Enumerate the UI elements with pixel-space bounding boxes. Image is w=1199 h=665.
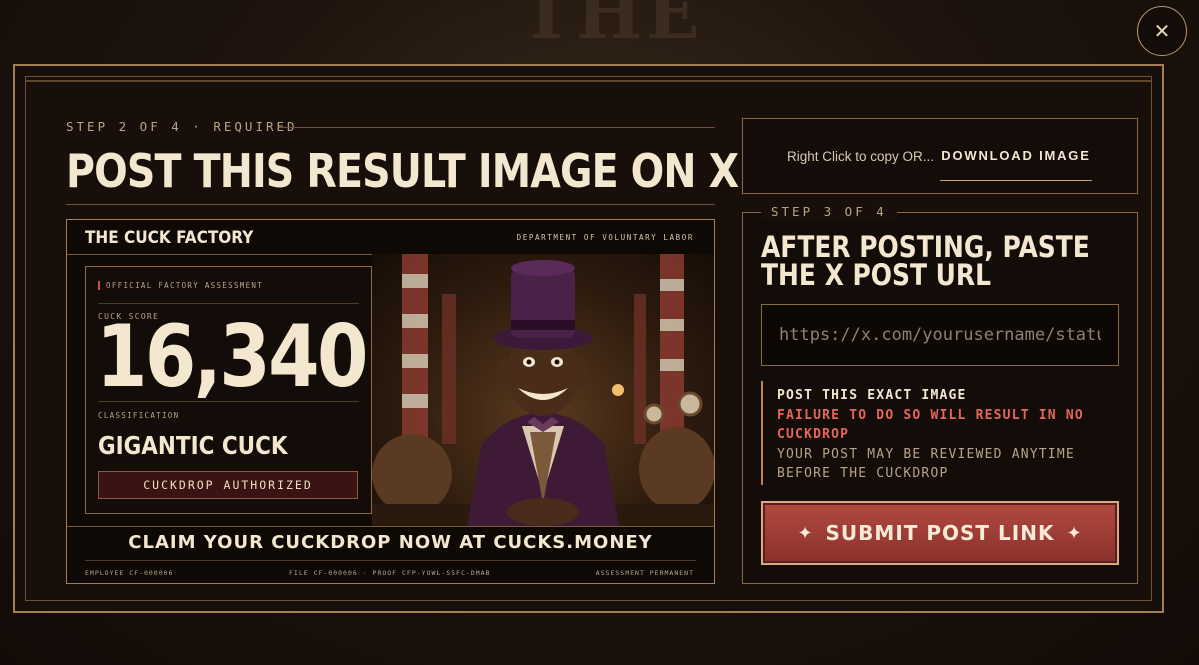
divider	[279, 127, 715, 128]
modal-frame: STEP 2 OF 4 · REQUIRED POST THIS RESULT …	[25, 76, 1152, 601]
background-heading: THE	[520, 0, 704, 55]
divider	[98, 303, 359, 304]
sparkle-icon: ✦	[797, 522, 814, 544]
classification-label: CLASSIFICATION	[98, 411, 180, 420]
score-value: 16,340	[96, 307, 369, 407]
authorized-badge: CUCKDROP AUTHORIZED	[98, 471, 358, 499]
download-box: Right Click to copy OR... DOWNLOAD IMAGE	[742, 118, 1138, 194]
character-illustration	[372, 254, 714, 526]
post-modal: STEP 2 OF 4 · REQUIRED POST THIS RESULT …	[13, 64, 1164, 613]
claim-text: CLAIM YOUR CUCKDROP NOW AT CUCKS.MONEY	[128, 532, 653, 553]
page-title: POST THIS RESULT IMAGE ON X	[66, 144, 739, 198]
close-button[interactable]: ✕	[1137, 6, 1187, 56]
step-3-label: STEP 3 OF 4	[761, 204, 897, 219]
step-2-label: STEP 2 OF 4 · REQUIRED	[66, 119, 298, 134]
card-title: THE CUCK FACTORY	[85, 228, 254, 248]
result-image[interactable]: THE CUCK FACTORY DEPARTMENT OF VOLUNTARY…	[66, 219, 715, 584]
step-3-title-line-2: THE X POST URL	[761, 258, 992, 292]
warning-box: POST THIS EXACT IMAGE FAILURE TO DO SO W…	[761, 381, 1119, 485]
card-header: THE CUCK FACTORY DEPARTMENT OF VOLUNTARY…	[67, 220, 714, 255]
sparkle-icon: ✦	[1066, 522, 1083, 544]
download-image-button[interactable]: DOWNLOAD IMAGE	[940, 139, 1092, 181]
assessment-tag: OFFICIAL FACTORY ASSESSMENT	[98, 281, 263, 290]
classification-value: GIGANTIC CUCK	[98, 431, 288, 460]
warning-review: YOUR POST MAY BE REVIEWED ANYTIME BEFORE…	[777, 446, 1075, 482]
file-id: FILE CF-000006 · PROOF CFP-YOWL-S5FC-DMA…	[289, 569, 491, 577]
warning-failure: FAILURE TO DO SO WILL RESULT IN NO CUCKD…	[777, 407, 1084, 443]
assessment-panel: OFFICIAL FACTORY ASSESSMENT CUCK SCORE 1…	[85, 266, 372, 514]
assessment-permanent: ASSESSMENT PERMANENT	[595, 569, 694, 577]
warning-post-exact: POST THIS EXACT IMAGE	[777, 388, 967, 403]
post-url-input[interactable]	[761, 304, 1119, 366]
submit-label: SUBMIT POST LINK	[825, 521, 1055, 545]
employee-id: EMPLOYEE CF-000006	[85, 569, 174, 577]
divider	[66, 204, 715, 205]
card-department: DEPARTMENT OF VOLUNTARY LABOR	[516, 233, 694, 242]
close-icon: ✕	[1153, 20, 1171, 43]
step-3-title: AFTER POSTING, PASTE THE X POST URL	[761, 230, 1090, 292]
divider	[85, 560, 696, 561]
submit-post-link-button[interactable]: ✦ SUBMIT POST LINK ✦	[761, 501, 1119, 565]
copy-hint: Right Click to copy OR...	[787, 149, 935, 164]
step-3-title-line-1: AFTER POSTING, PASTE	[761, 230, 1090, 264]
step-3-panel: STEP 3 OF 4 AFTER POSTING, PASTE THE X P…	[742, 204, 1138, 584]
card-footer: CLAIM YOUR CUCKDROP NOW AT CUCKS.MONEY E…	[67, 526, 714, 583]
divider	[98, 401, 359, 402]
